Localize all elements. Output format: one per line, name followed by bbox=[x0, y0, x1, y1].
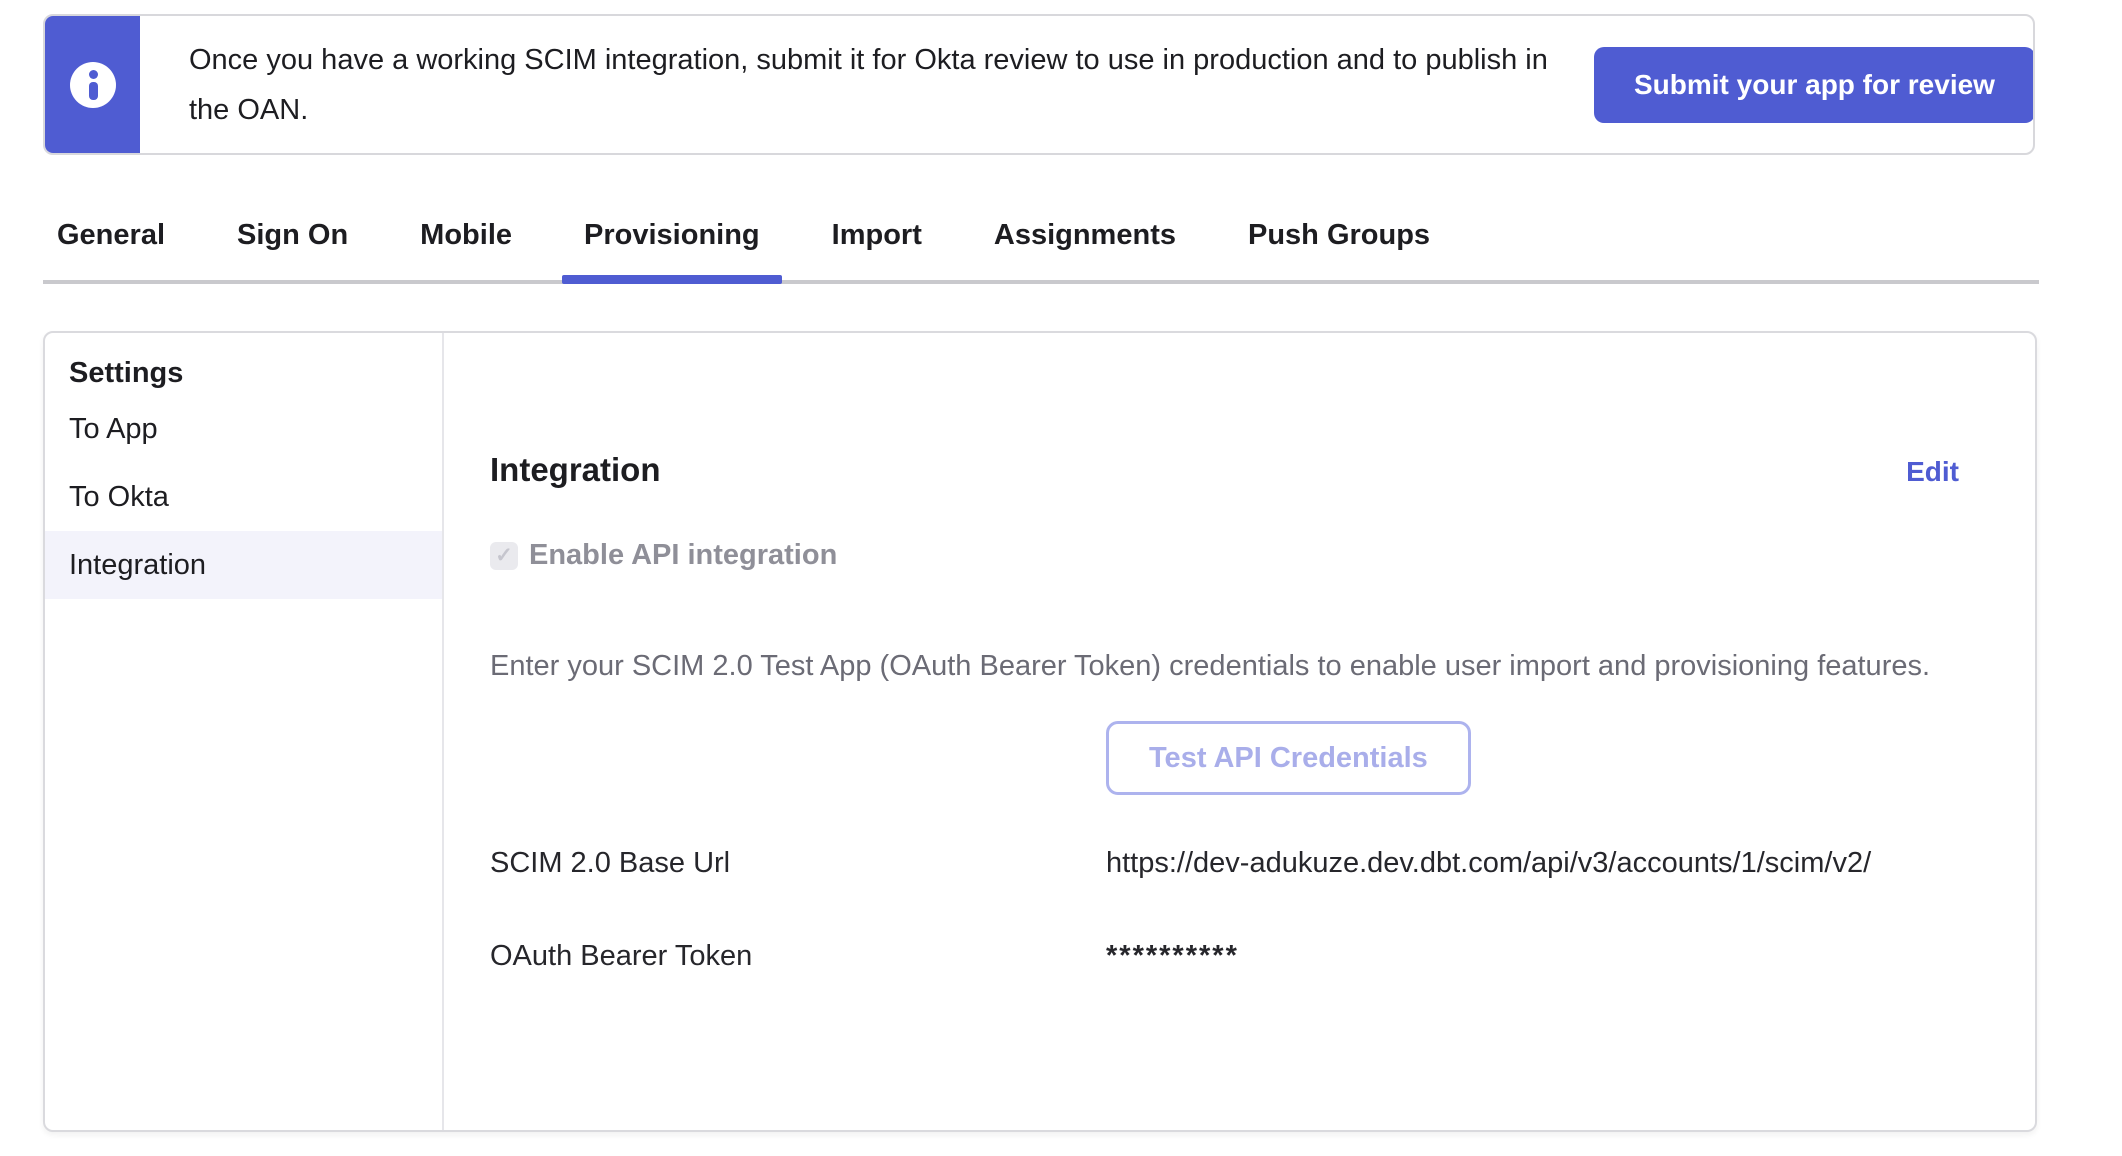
sidebar-heading: Settings bbox=[45, 351, 442, 395]
test-api-credentials-button[interactable]: Test API Credentials bbox=[1106, 721, 1471, 795]
oauth-token-value: ********** bbox=[1106, 940, 1239, 973]
info-icon bbox=[70, 62, 116, 108]
oauth-token-label: OAuth Bearer Token bbox=[490, 940, 1106, 973]
info-banner: Once you have a working SCIM integration… bbox=[43, 14, 2035, 155]
tab-import[interactable]: Import bbox=[832, 219, 922, 280]
banner-accent-strip bbox=[45, 16, 140, 153]
tab-general[interactable]: General bbox=[57, 219, 165, 280]
provisioning-card: Settings To App To Okta Integration Inte… bbox=[43, 331, 2037, 1132]
tab-mobile[interactable]: Mobile bbox=[420, 219, 512, 280]
edit-link[interactable]: Edit bbox=[1906, 456, 1959, 488]
scim-base-url-label: SCIM 2.0 Base Url bbox=[490, 847, 1106, 880]
credentials-description: Enter your SCIM 2.0 Test App (OAuth Bear… bbox=[490, 650, 1959, 683]
scim-base-url-row: SCIM 2.0 Base Url https://dev-adukuze.de… bbox=[490, 847, 1959, 880]
sidebar-item-to-app[interactable]: To App bbox=[45, 395, 442, 463]
scim-base-url-value: https://dev-adukuze.dev.dbt.com/api/v3/a… bbox=[1106, 847, 1871, 880]
panel-title: Integration bbox=[490, 451, 661, 489]
banner-message: Once you have a working SCIM integration… bbox=[189, 35, 1594, 135]
settings-sidebar: Settings To App To Okta Integration bbox=[45, 333, 444, 1130]
oauth-token-row: OAuth Bearer Token ********** bbox=[490, 940, 1959, 973]
sidebar-item-to-okta[interactable]: To Okta bbox=[45, 463, 442, 531]
enable-api-integration-label: Enable API integration bbox=[529, 539, 837, 572]
enable-api-integration-checkbox: ✓ bbox=[490, 542, 518, 570]
integration-panel: Integration Edit ✓ Enable API integratio… bbox=[444, 333, 2035, 1130]
tab-sign-on[interactable]: Sign On bbox=[237, 219, 348, 280]
tab-push-groups[interactable]: Push Groups bbox=[1248, 219, 1430, 280]
submit-app-review-button[interactable]: Submit your app for review bbox=[1594, 47, 2035, 123]
tab-assignments[interactable]: Assignments bbox=[994, 219, 1176, 280]
tab-bar: General Sign On Mobile Provisioning Impo… bbox=[43, 219, 2039, 284]
sidebar-item-integration[interactable]: Integration bbox=[45, 531, 442, 599]
tab-provisioning[interactable]: Provisioning bbox=[584, 219, 760, 280]
